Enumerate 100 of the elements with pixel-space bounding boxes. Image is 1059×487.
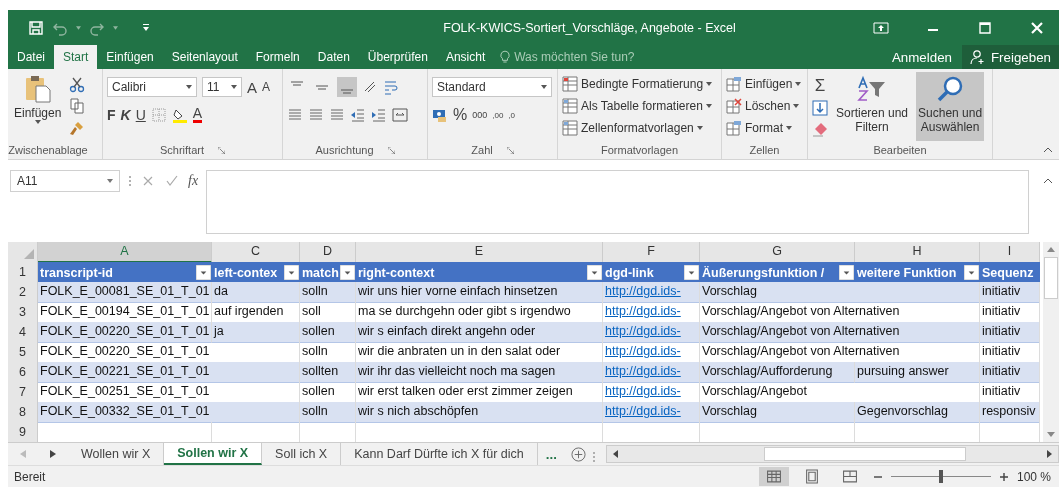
column-header[interactable]: G	[700, 242, 855, 263]
filter-dropdown-icon[interactable]	[839, 265, 854, 280]
column-header[interactable]: E	[356, 242, 603, 263]
scroll-left-icon[interactable]	[612, 450, 618, 458]
cells-command[interactable]: Löschen	[726, 96, 803, 116]
row-header[interactable]: 6	[8, 362, 38, 383]
percent-button[interactable]: %	[453, 106, 468, 124]
text-orientation-icon[interactable]	[362, 79, 378, 95]
row-header[interactable]: 7	[8, 382, 38, 403]
row-header[interactable]: 2	[8, 282, 38, 303]
number-format-field[interactable]: Standard	[432, 77, 552, 97]
more-sheets-button[interactable]: ...	[537, 446, 565, 462]
dialog-launcher-icon[interactable]	[218, 146, 225, 154]
collapse-ribbon-icon[interactable]	[1043, 147, 1053, 153]
ribbon-tab[interactable]: Überprüfen	[358, 45, 437, 69]
ribbon-tab[interactable]: Formeln	[246, 45, 309, 69]
dialog-launcher-icon[interactable]	[506, 146, 514, 154]
horizontal-scrollbar[interactable]	[605, 445, 1059, 463]
ribbon-tab[interactable]: Ansicht	[436, 45, 495, 69]
scissors-icon[interactable]	[69, 76, 86, 93]
link[interactable]: http://dgd.ids-	[605, 384, 681, 398]
thousands-button[interactable]: 000	[472, 110, 488, 120]
decrease-indent-icon[interactable]	[350, 107, 366, 123]
row-header[interactable]: 4	[8, 322, 38, 343]
font-name-field[interactable]: Calibri	[107, 77, 197, 97]
fill-bucket-icon[interactable]	[171, 107, 188, 123]
ribbon-display-icon[interactable]	[873, 19, 889, 36]
grow-font-button[interactable]: A	[247, 78, 257, 96]
insert-function-button[interactable]: fx	[188, 170, 199, 192]
row-header[interactable]: 5	[8, 342, 38, 363]
dialog-launcher-icon[interactable]	[387, 146, 395, 154]
filter-dropdown-icon[interactable]	[196, 265, 211, 280]
ribbon-tab[interactable]: Einfügen	[97, 45, 163, 69]
filter-dropdown-icon[interactable]	[587, 265, 602, 280]
save-icon[interactable]	[28, 19, 44, 36]
column-header[interactable]: D	[300, 242, 356, 263]
ribbon-tab[interactable]: Seitenlayout	[162, 45, 247, 69]
font-size-field[interactable]: 11	[202, 77, 242, 97]
row-header[interactable]: 1	[8, 262, 38, 283]
merge-cells-icon[interactable]	[392, 107, 408, 123]
link[interactable]: http://dgd.ids-	[605, 344, 681, 358]
row-header[interactable]: 3	[8, 302, 38, 323]
column-header[interactable]: F	[603, 242, 700, 263]
close-icon[interactable]	[1029, 19, 1045, 36]
scroll-right-icon[interactable]	[1047, 450, 1052, 458]
caret-icon[interactable]	[76, 25, 81, 30]
link[interactable]: http://dgd.ids-	[605, 304, 681, 318]
column-header[interactable]: I	[980, 242, 1040, 263]
cells-command[interactable]: Format	[726, 118, 803, 138]
font-style-button[interactable]: F	[107, 107, 116, 123]
font-style-button[interactable]: U	[135, 107, 146, 123]
style-command[interactable]: Zellenformatvorlagen	[562, 118, 717, 138]
sort-filter-button[interactable]: Sortieren und Filtern	[834, 72, 911, 141]
caret-icon[interactable]	[113, 25, 118, 30]
filter-dropdown-icon[interactable]	[684, 265, 699, 280]
collapse-icon[interactable]	[1043, 178, 1053, 184]
handle-icon[interactable]	[591, 450, 596, 463]
handle-icon[interactable]	[128, 175, 132, 187]
ribbon-tab[interactable]: Datei	[8, 45, 54, 69]
cells-command[interactable]: Einfügen	[726, 74, 803, 94]
align-bottom-icon[interactable]	[337, 77, 357, 97]
filter-dropdown-icon[interactable]	[964, 265, 979, 280]
column-header[interactable]: A	[38, 242, 212, 263]
customize-toolbar-icon[interactable]	[142, 23, 150, 32]
sheet-tab[interactable]: Sollen wir X	[164, 443, 263, 465]
next-sheet-icon[interactable]	[50, 450, 56, 458]
paintbrush-icon[interactable]	[69, 120, 86, 137]
find-select-button[interactable]: Suchen und Auswählen	[916, 72, 985, 141]
decimal-button[interactable]: ,0	[508, 110, 516, 120]
decimal-button[interactable]: ,00	[492, 110, 504, 120]
style-command[interactable]: Als Tabelle formatieren	[562, 96, 717, 116]
select-all-button[interactable]	[8, 242, 38, 263]
align-lines-icon[interactable]	[308, 107, 324, 123]
zoom-in-icon[interactable]	[998, 471, 1009, 482]
filter-dropdown-icon[interactable]	[284, 265, 299, 280]
font-color-button[interactable]: A	[192, 107, 203, 123]
zoom-level[interactable]: 100 %	[1016, 469, 1059, 484]
column-header[interactable]: H	[855, 242, 980, 263]
scroll-thumb[interactable]	[1044, 257, 1058, 299]
row-header[interactable]: 8	[8, 402, 38, 423]
name-box[interactable]: A11	[10, 170, 120, 192]
filter-dropdown-icon[interactable]	[340, 265, 355, 280]
align-lines-icon[interactable]	[287, 107, 303, 123]
eraser-icon[interactable]	[812, 120, 828, 137]
money-icon[interactable]	[432, 107, 448, 123]
formula-field[interactable]	[206, 170, 1029, 234]
scroll-thumb[interactable]	[763, 447, 966, 461]
align-lines-icon[interactable]	[329, 107, 345, 123]
scroll-down-icon[interactable]	[1047, 432, 1055, 437]
autosum-button[interactable]: Σ	[812, 76, 828, 97]
fill-down-icon[interactable]	[812, 100, 828, 117]
row-header[interactable]: 9	[8, 422, 38, 443]
font-style-button[interactable]: K	[120, 107, 131, 123]
previous-sheet-icon[interactable]	[20, 450, 26, 458]
wrap-text-icon[interactable]	[383, 79, 399, 95]
zoom-slider[interactable]	[938, 470, 943, 483]
copy-icon[interactable]	[69, 98, 86, 115]
sign-in-button[interactable]: Anmelden	[881, 45, 962, 69]
increase-indent-icon[interactable]	[371, 107, 387, 123]
ribbon-tab[interactable]: Start	[54, 45, 98, 69]
